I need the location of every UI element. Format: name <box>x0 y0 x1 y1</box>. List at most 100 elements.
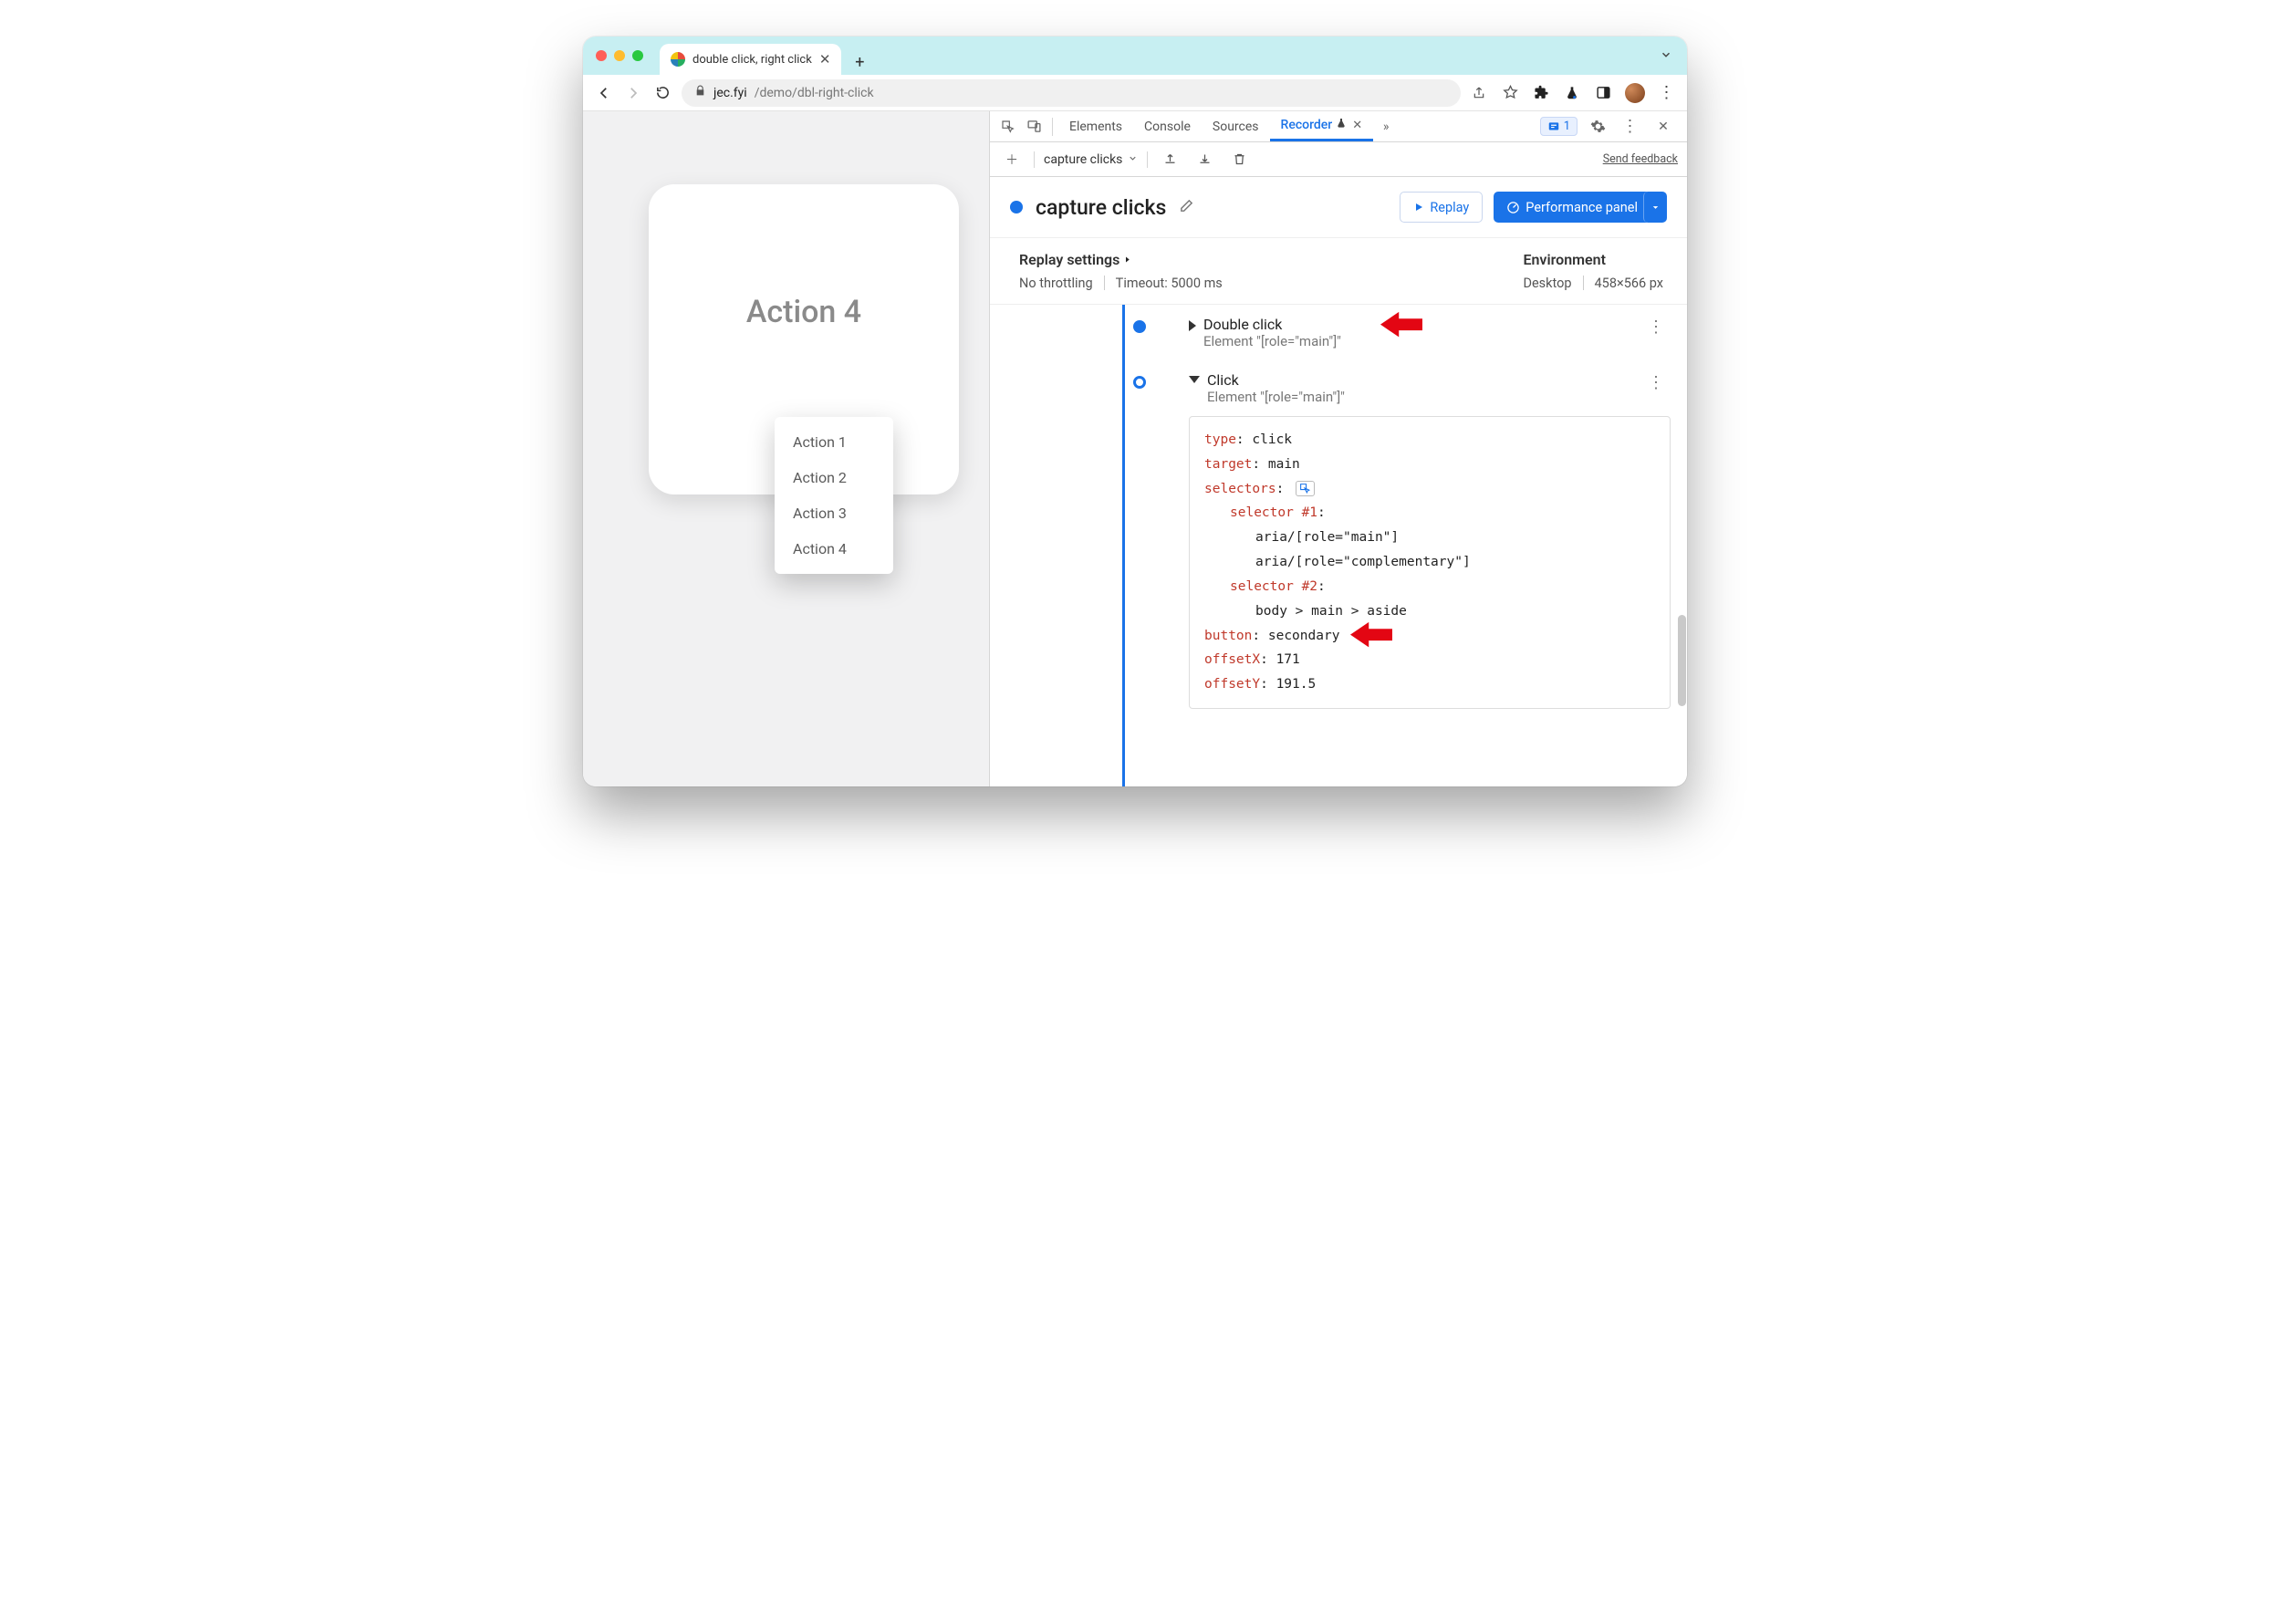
reload-button[interactable] <box>652 83 672 103</box>
recording-step: Click Element "[role="main"]" ⋮ type: cl… <box>1006 360 1671 720</box>
side-panel-icon[interactable] <box>1594 84 1612 102</box>
minimize-window-button[interactable] <box>614 50 625 61</box>
labs-flask-icon[interactable] <box>1563 84 1581 102</box>
devtools-tab-elements[interactable]: Elements <box>1058 111 1133 141</box>
replay-settings-label: Replay settings <box>1019 251 1119 268</box>
devtools-tab-console[interactable]: Console <box>1133 111 1202 141</box>
import-icon[interactable] <box>1192 147 1217 172</box>
collapse-step-toggle[interactable] <box>1189 376 1200 383</box>
timeout-value: Timeout: 5000 ms <box>1116 276 1223 291</box>
selector2-label: selector #2 <box>1230 579 1317 594</box>
devtools-settings-gear-icon[interactable] <box>1585 114 1610 140</box>
step-menu-icon[interactable]: ⋮ <box>1648 318 1665 337</box>
step-subtitle: Element "[role="main"]" <box>1207 389 1345 405</box>
url-path: /demo/dbl-right-click <box>755 86 874 100</box>
recording-step: Double click Element "[role="main"]" ⋮ <box>1006 305 1671 360</box>
tab-list-chevron-icon[interactable] <box>1660 47 1672 65</box>
favicon-icon <box>671 52 685 67</box>
step-menu-icon[interactable]: ⋮ <box>1648 373 1665 392</box>
close-panel-icon[interactable]: ✕ <box>1352 119 1362 132</box>
step-title: Click <box>1207 371 1345 389</box>
selector1-label: selector #1 <box>1230 505 1317 520</box>
detail-target: main <box>1268 457 1300 472</box>
context-menu-item[interactable]: Action 1 <box>775 424 893 460</box>
share-icon[interactable] <box>1470 84 1488 102</box>
issues-count: 1 <box>1564 120 1570 133</box>
profile-avatar[interactable] <box>1625 83 1645 103</box>
replay-button[interactable]: Replay <box>1400 192 1483 223</box>
recording-settings: Replay settings No throttling Timeout: 5… <box>990 238 1687 305</box>
extensions-puzzle-icon[interactable] <box>1532 84 1550 102</box>
devtools-menu-icon[interactable]: ⋮ <box>1618 114 1643 140</box>
context-menu-item[interactable]: Action 3 <box>775 495 893 531</box>
devtools-tab-label: Recorder <box>1281 118 1333 132</box>
recording-selector[interactable]: capture clicks <box>1044 152 1138 167</box>
experiment-flask-icon <box>1336 118 1347 132</box>
detail-type: click <box>1252 432 1292 447</box>
devtools-tab-recorder[interactable]: Recorder ✕ <box>1270 111 1374 141</box>
window-controls <box>596 36 660 75</box>
performance-button-label: Performance panel <box>1525 200 1638 215</box>
delete-trash-icon[interactable] <box>1226 147 1252 172</box>
performance-panel-button[interactable]: Performance panel <box>1494 192 1650 223</box>
context-menu-item[interactable]: Action 4 <box>775 531 893 567</box>
maximize-window-button[interactable] <box>632 50 643 61</box>
chevron-down-icon <box>1128 152 1138 167</box>
recording-status-dot-icon <box>1010 201 1023 213</box>
selector-value: body > main > aside <box>1204 599 1655 624</box>
recording-name: capture clicks <box>1044 152 1122 167</box>
url-field[interactable]: jec.fyi/demo/dbl-right-click <box>682 79 1461 107</box>
recording-header: capture clicks Replay Performance panel <box>990 177 1687 238</box>
expand-step-toggle[interactable] <box>1189 320 1196 331</box>
detail-offsetx: 171 <box>1276 652 1300 667</box>
rename-pencil-icon[interactable] <box>1179 198 1194 217</box>
inspect-element-icon[interactable] <box>995 114 1021 140</box>
tab-strip: double click, right click ✕ + <box>583 36 1687 75</box>
bookmark-star-icon[interactable] <box>1501 84 1519 102</box>
devtools-panel: Elements Console Sources Recorder ✕ » 1 … <box>989 111 1687 786</box>
context-menu: Action 1 Action 2 Action 3 Action 4 <box>775 417 893 574</box>
replay-settings-title[interactable]: Replay settings <box>1019 251 1223 268</box>
annotation-arrow-icon <box>1350 620 1392 650</box>
back-button[interactable] <box>594 83 614 103</box>
new-tab-button[interactable]: + <box>847 49 872 75</box>
element-picker-icon[interactable] <box>1296 481 1315 496</box>
rendered-page[interactable]: Action 4 Action 1 Action 2 Action 3 Acti… <box>583 111 989 786</box>
browser-tab[interactable]: double click, right click ✕ <box>660 44 841 75</box>
recording-steps: Double click Element "[role="main"]" ⋮ <box>990 305 1687 786</box>
lock-icon <box>694 85 706 100</box>
content-area: Action 4 Action 1 Action 2 Action 3 Acti… <box>583 111 1687 786</box>
toolbar-right: ⋮ <box>1470 83 1676 103</box>
scrollbar-thumb[interactable] <box>1678 615 1686 706</box>
step-details: type: click target: main selectors: sele… <box>1189 416 1671 709</box>
tab-title: double click, right click <box>692 53 812 67</box>
throttling-value: No throttling <box>1019 276 1093 291</box>
card-title: Action 4 <box>746 294 861 330</box>
browser-window: double click, right click ✕ + jec.fyi/de… <box>583 36 1687 786</box>
send-feedback-link[interactable]: Send feedback <box>1603 152 1678 166</box>
close-window-button[interactable] <box>596 50 607 61</box>
export-icon[interactable] <box>1157 147 1182 172</box>
url-host: jec.fyi <box>713 86 747 100</box>
detail-button: secondary <box>1268 629 1340 643</box>
close-tab-icon[interactable]: ✕ <box>819 51 831 68</box>
new-recording-plus-icon[interactable]: ＋ <box>999 147 1025 172</box>
close-devtools-icon[interactable]: ✕ <box>1650 114 1676 140</box>
device-toolbar-icon[interactable] <box>1021 114 1046 140</box>
selectors-label: selectors <box>1204 482 1276 496</box>
forward-button[interactable] <box>623 83 643 103</box>
chrome-menu-icon[interactable]: ⋮ <box>1658 84 1676 102</box>
step-title: Double click <box>1203 316 1341 333</box>
more-tabs-chevron-icon[interactable]: » <box>1373 114 1399 140</box>
recording-title: capture clicks <box>1036 195 1166 220</box>
devtools-tab-sources[interactable]: Sources <box>1202 111 1270 141</box>
performance-dropdown-button[interactable] <box>1643 192 1667 223</box>
step-marker-icon <box>1133 320 1146 333</box>
environment-title: Environment <box>1523 251 1663 268</box>
device-value: Desktop <box>1523 276 1571 291</box>
step-subtitle: Element "[role="main"]" <box>1203 333 1341 349</box>
issues-chip[interactable]: 1 <box>1540 117 1578 136</box>
context-menu-item[interactable]: Action 2 <box>775 460 893 495</box>
devtools-tab-bar: Elements Console Sources Recorder ✕ » 1 … <box>990 111 1687 142</box>
address-bar: jec.fyi/demo/dbl-right-click ⋮ <box>583 75 1687 111</box>
